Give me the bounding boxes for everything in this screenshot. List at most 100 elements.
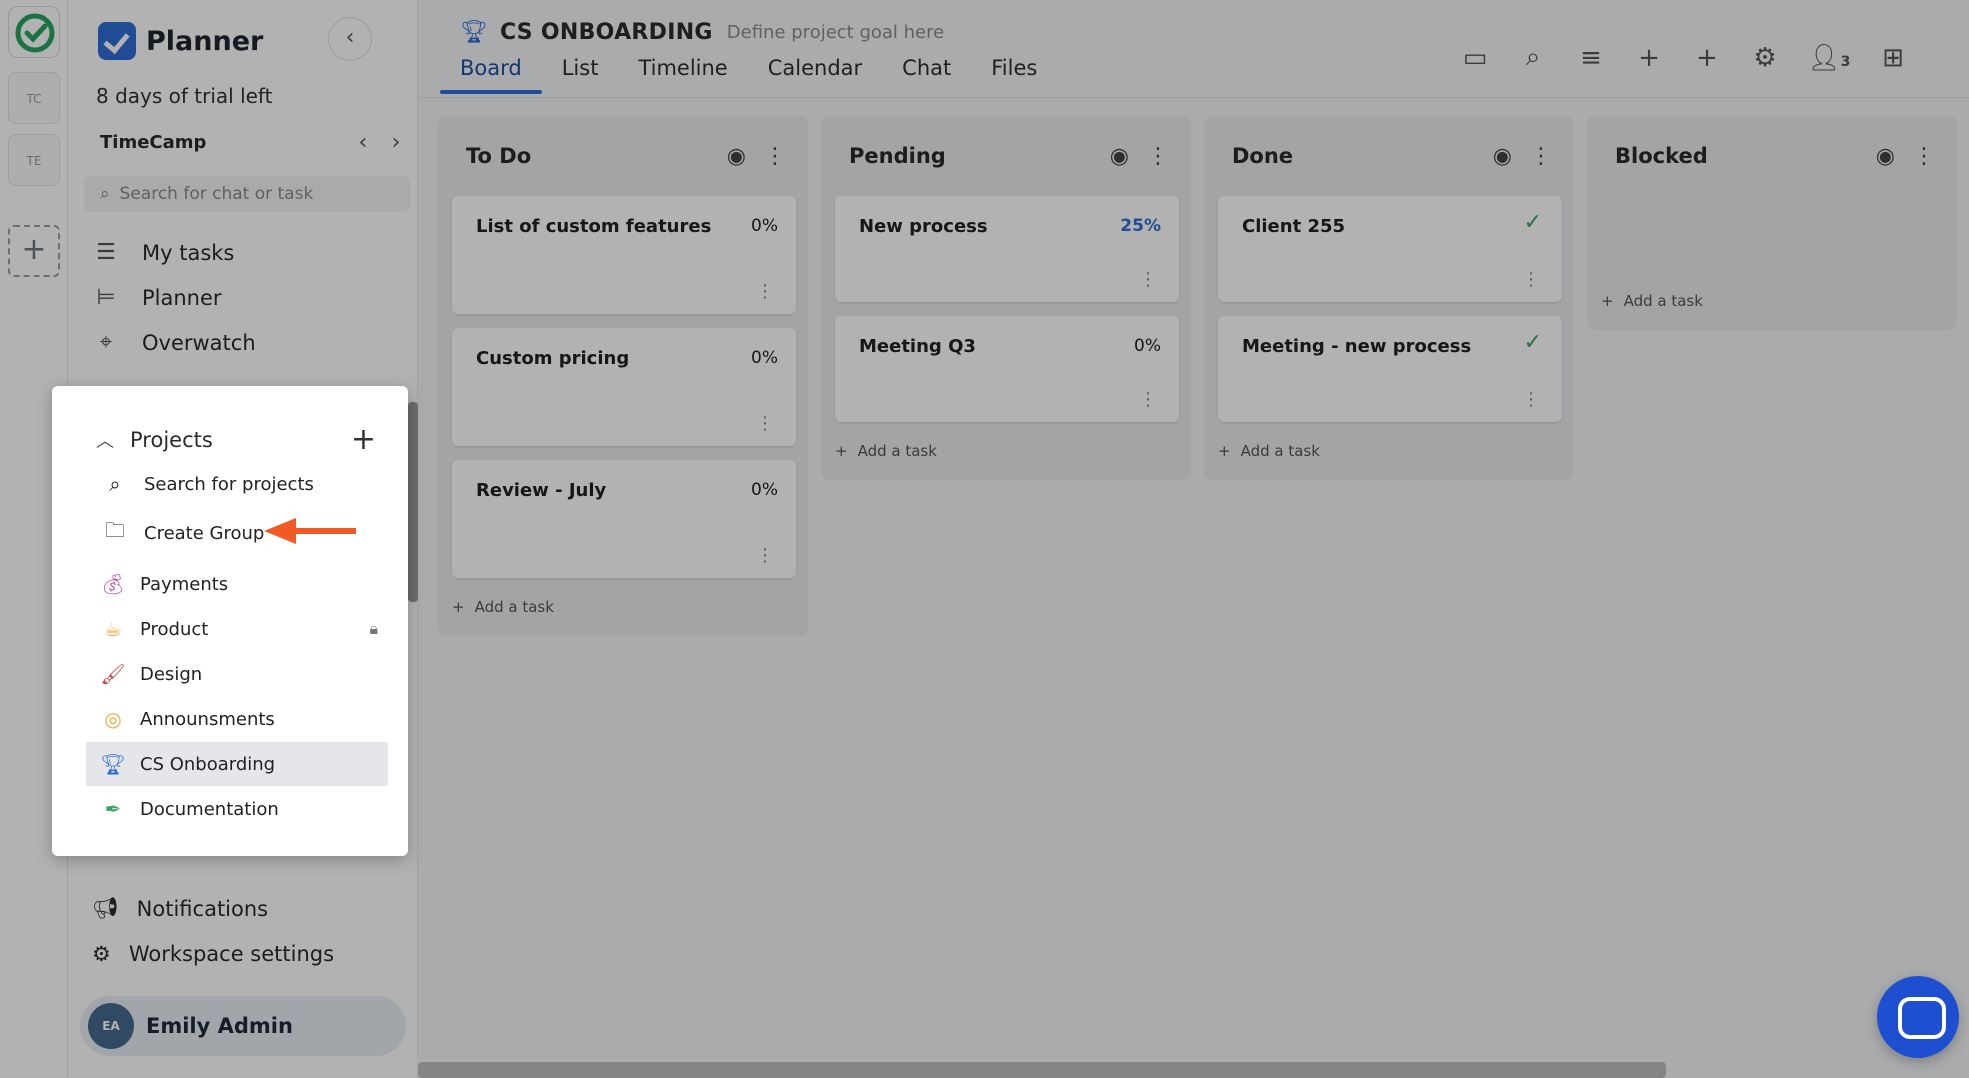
brand[interactable]: Planner: [98, 20, 263, 62]
search-projects-label: Search for projects: [144, 473, 314, 495]
project-item-cs-onboarding[interactable]: 🏆︎ CS Onboarding: [86, 742, 388, 786]
search-icon[interactable]: ⌕: [1517, 42, 1549, 73]
kebab-menu-icon[interactable]: ⋮: [1913, 144, 1935, 169]
horizontal-scrollbar[interactable]: [418, 1062, 1666, 1078]
project-label: CS Onboarding: [140, 753, 276, 775]
tab-list[interactable]: List: [562, 56, 599, 94]
add-icon[interactable]: +: [1633, 43, 1665, 73]
task-title: Meeting - new process: [1242, 336, 1472, 357]
create-group-button[interactable]: 🗀 Create Group: [102, 516, 264, 550]
collapse-sidebar-button[interactable]: ‹: [328, 17, 372, 61]
filter-icon[interactable]: ≡: [1575, 43, 1607, 73]
eye-icon[interactable]: ◉: [1110, 144, 1129, 169]
tab-timeline[interactable]: Timeline: [638, 56, 727, 94]
add-task-label: Add a task: [857, 442, 937, 460]
tab-files[interactable]: Files: [991, 56, 1037, 94]
video-call-icon[interactable]: ▭: [1459, 43, 1491, 73]
board-column-done: Done ◉ ⋮ Client 255 ✓ ⋮ Meeting - new pro…: [1204, 116, 1574, 480]
plus-icon: +: [835, 442, 848, 460]
task-progress: 0%: [751, 348, 778, 368]
search-projects-button[interactable]: ⌕ Search for projects: [102, 472, 314, 496]
plus-icon: +: [1601, 292, 1614, 310]
column-title[interactable]: Pending: [849, 144, 946, 168]
create-group-label: Create Group: [144, 522, 265, 544]
workspace-tc-button[interactable]: TC: [8, 72, 60, 124]
gantt-icon: ⊨: [96, 285, 116, 310]
support-chat-button[interactable]: [1877, 976, 1959, 1058]
list-check-icon: ☰: [96, 240, 116, 265]
task-card[interactable]: New process 25% ⋮: [835, 196, 1179, 302]
add-task-button[interactable]: + Add a task: [1204, 436, 1574, 480]
task-progress: 0%: [751, 480, 778, 500]
tab-calendar[interactable]: Calendar: [768, 56, 862, 94]
check-icon: ✓: [1523, 210, 1542, 235]
megaphone-icon: 📢︎: [92, 896, 119, 920]
eye-icon[interactable]: ◉: [1876, 144, 1895, 169]
task-card[interactable]: Client 255 ✓ ⋮: [1218, 196, 1562, 302]
task-card[interactable]: Meeting - new process ✓ ⋮: [1218, 316, 1562, 422]
project-goal[interactable]: Define project goal here: [727, 22, 944, 43]
chevron-left-icon[interactable]: ‹: [349, 130, 377, 155]
header-actions: ▭ ⌕ ≡ + + ⚙ 👤︎3 ⊞: [1459, 42, 1909, 73]
task-title: Client 255: [1242, 216, 1346, 237]
kebab-menu-icon[interactable]: ⋮: [1522, 389, 1540, 410]
sidebar-scrollbar[interactable]: [408, 402, 418, 602]
task-progress: 0%: [1134, 336, 1161, 356]
chevron-right-icon[interactable]: ›: [382, 130, 410, 155]
page-title[interactable]: CS ONBOARDING: [500, 20, 713, 45]
lock-icon: 🔒︎: [369, 619, 378, 638]
sidebar-item-planner[interactable]: ⊨ Planner: [92, 285, 412, 310]
members-icon[interactable]: 👤︎3: [1807, 43, 1851, 73]
project-item-payments[interactable]: 💰︎ Payments: [86, 562, 388, 606]
add-task-button[interactable]: + Add a task: [1587, 286, 1957, 330]
tab-board[interactable]: Board: [440, 56, 542, 94]
tab-chat[interactable]: Chat: [902, 56, 951, 94]
task-card[interactable]: Review - July 0% ⋮: [452, 460, 796, 578]
sidebar-item-workspace-settings[interactable]: ⚙ Workspace settings: [92, 942, 412, 966]
sidebar-item-overwatch[interactable]: ⌖ Overwatch: [92, 330, 412, 355]
add-column-icon[interactable]: +: [1691, 43, 1723, 73]
search-icon: ⌕: [109, 472, 121, 496]
timecamp-logo-icon[interactable]: [8, 6, 60, 58]
kebab-menu-icon[interactable]: ⋮: [1147, 144, 1169, 169]
kebab-menu-icon[interactable]: ⋮: [1530, 144, 1552, 169]
sidebar-search-input[interactable]: ⌕ Search for chat or task: [84, 176, 410, 212]
workspace-te-button[interactable]: TE: [8, 134, 60, 186]
project-item-announsments[interactable]: ◎ Announsments: [86, 697, 388, 741]
eye-icon[interactable]: ◉: [727, 144, 746, 169]
project-item-documentation[interactable]: ✒︎ Documentation: [86, 787, 388, 831]
column-title[interactable]: Blocked: [1615, 144, 1708, 168]
project-label: Product: [140, 618, 209, 640]
project-item-design[interactable]: 🖌︎ Design: [86, 652, 388, 696]
task-card[interactable]: List of custom features 0% ⋮: [452, 196, 796, 314]
trial-notice: 8 days of trial left: [96, 84, 273, 108]
kebab-menu-icon[interactable]: ⋮: [1522, 269, 1540, 290]
kebab-menu-icon[interactable]: ⋮: [756, 281, 774, 302]
add-task-button[interactable]: + Add a task: [438, 592, 808, 636]
task-card[interactable]: Custom pricing 0% ⋮: [452, 328, 796, 446]
sidebar-item-my-tasks[interactable]: ☰ My tasks: [92, 240, 412, 265]
coffee-icon: ☕︎: [104, 617, 122, 641]
column-title[interactable]: To Do: [466, 144, 531, 168]
add-task-button[interactable]: + Add a task: [821, 436, 1191, 480]
task-title: List of custom features: [476, 216, 712, 237]
kebab-menu-icon[interactable]: ⋮: [756, 545, 774, 566]
sidebar-item-notifications[interactable]: 📢︎ Notifications: [92, 896, 412, 921]
kebab-menu-icon[interactable]: ⋮: [1139, 389, 1157, 410]
kebab-menu-icon[interactable]: ⋮: [764, 144, 786, 169]
projects-toggle[interactable]: ︿ Projects: [96, 427, 213, 453]
user-profile[interactable]: EA Emily Admin: [80, 996, 406, 1056]
integrations-icon[interactable]: ⊞: [1877, 43, 1909, 73]
task-card[interactable]: Meeting Q3 0% ⋮: [835, 316, 1179, 422]
kebab-menu-icon[interactable]: ⋮: [756, 413, 774, 434]
settings-icon[interactable]: ⚙: [1749, 43, 1781, 73]
add-workspace-button[interactable]: +: [8, 225, 60, 277]
column-title[interactable]: Done: [1232, 144, 1293, 168]
add-project-button[interactable]: +: [351, 422, 376, 457]
project-item-product[interactable]: ☕︎ Product 🔒︎: [86, 607, 388, 651]
workspace-name[interactable]: TimeCamp: [100, 132, 206, 153]
task-title: Custom pricing: [476, 348, 630, 369]
eye-icon[interactable]: ◉: [1493, 144, 1512, 169]
kebab-menu-icon[interactable]: ⋮: [1139, 269, 1157, 290]
brush-icon: 🖌︎: [100, 662, 126, 686]
